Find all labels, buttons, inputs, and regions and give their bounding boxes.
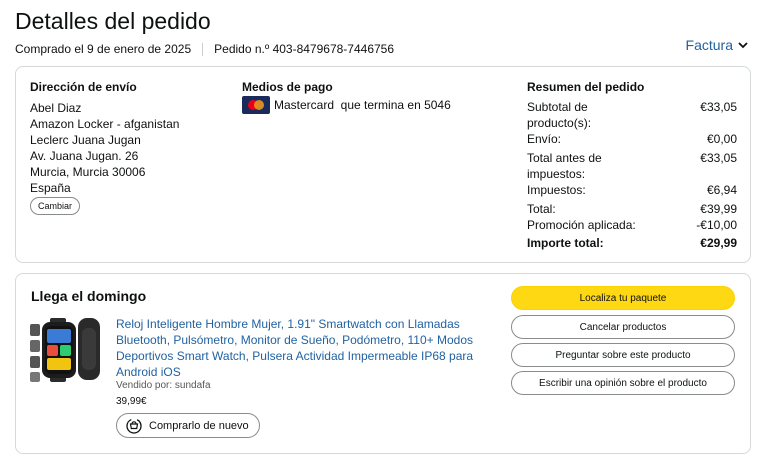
summary-value: €39,99 [700,202,737,216]
summary-label: Promoción aplicada: [527,218,636,232]
summary-value: €29,99 [700,236,737,250]
chevron-down-icon [738,42,748,49]
buy-again-icon [126,417,142,434]
summary-row: Impuestos: €6,94 [527,182,737,198]
summary-value: -€10,00 [696,218,737,232]
seller-info: Vendido por: sundafa [116,380,211,391]
payment-heading: Medios de pago [242,80,333,94]
summary-row: Promoción aplicada: -€10,00 [527,217,737,233]
address-line: Murcia, Murcia 30006 [30,165,146,179]
summary-value: €33,05 [700,151,737,165]
order-number: Pedido n.º 403-8479678-7446756 [214,42,395,56]
summary-row: Total antes de impuestos: €33,05 [527,150,737,182]
summary-label: Subtotal de producto(s): [527,100,592,130]
buy-again-label: Comprarlo de nuevo [149,419,249,432]
divider [202,42,204,56]
invoice-dropdown[interactable]: Factura [686,37,749,53]
delivery-title: Llega el domingo [31,288,147,304]
summary-value: €6,94 [706,183,737,197]
mastercard-icon [242,96,270,114]
address-line: Abel Diaz [30,101,82,115]
address-line: Leclerc Juana Jugan [30,133,141,147]
buy-again-button[interactable]: Comprarlo de nuevo [116,413,260,438]
shipping-address: Abel Diaz Amazon Locker - afganistan Lec… [30,100,179,196]
shipping-heading: Dirección de envío [30,80,137,94]
payment-method-text: Mastercard que termina en 5046 [274,98,451,112]
product-title-link[interactable]: Reloj Inteligente Hombre Mujer, 1.91" Sm… [116,316,476,380]
product-image[interactable] [28,314,102,386]
summary-value: €33,05 [700,100,737,114]
summary-label: Envío: [527,132,562,146]
summary-label: Total: [527,202,556,216]
summary-total-row: Importe total: €29,99 [527,235,737,251]
cancel-items-button[interactable]: Cancelar productos [511,315,735,339]
summary-label: Impuestos: [527,183,586,197]
payment-method: Mastercard que termina en 5046 [242,96,451,114]
summary-value: €0,00 [706,132,737,146]
address-line: Amazon Locker - afganistan [30,117,180,131]
write-review-button[interactable]: Escribir una opinión sobre el producto [511,371,735,395]
summary-row: Subtotal de producto(s): €33,05 [527,99,737,131]
order-subline: Comprado el 9 de enero de 2025 Pedido n.… [15,42,394,56]
page-title: Detalles del pedido [15,8,211,34]
track-package-button[interactable]: Localiza tu paquete [511,286,735,310]
invoice-label: Factura [685,37,733,53]
summary-label: Importe total: [527,236,604,250]
delivery-card: Llega el domingo Reloj Inteligente Hombr… [15,273,751,454]
product-price: 39,99€ [116,396,147,407]
address-line: Av. Juana Jugan. 26 [30,149,139,163]
summary-heading: Resumen del pedido [527,80,645,94]
ask-product-question-button[interactable]: Preguntar sobre este producto [511,343,735,367]
summary-row: Envío: €0,00 [527,131,737,147]
order-date: Comprado el 9 de enero de 2025 [15,42,192,56]
order-summary-card: Dirección de envío Abel Diaz Amazon Lock… [15,66,751,263]
summary-label: Total antes de impuestos: [527,151,602,181]
address-line: España [30,181,71,195]
change-address-button[interactable]: Cambiar [30,197,81,215]
summary-row: Total: €39,99 [527,201,737,217]
